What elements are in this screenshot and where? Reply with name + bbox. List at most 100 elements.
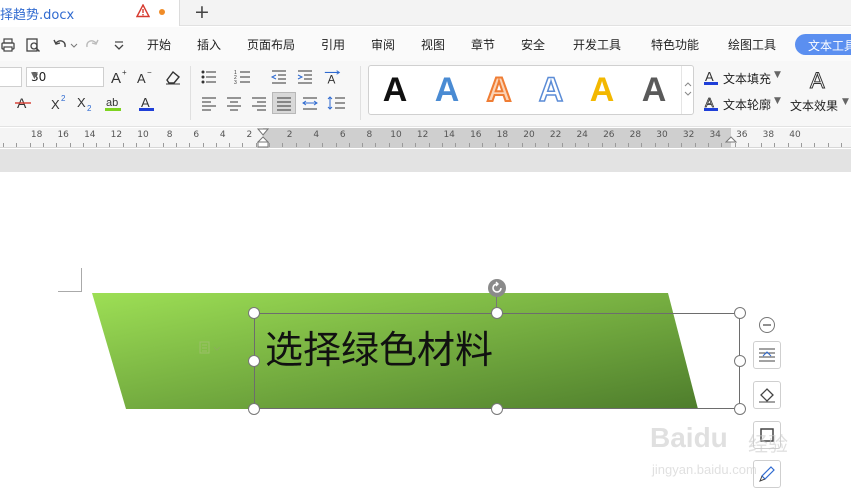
document-tab[interactable]: 择趋势.docx [0,0,180,26]
text-effect-label[interactable]: 文本效果 [790,97,838,114]
menu-view[interactable]: 视图 [421,36,445,53]
gallery-scroll[interactable] [681,66,693,114]
ruler-number: 14 [443,130,455,140]
new-tab-button[interactable]: + [194,1,210,23]
chevron-down-icon[interactable]: ▼ [842,97,849,107]
ruler-tick [388,143,390,147]
paint-bucket-icon [759,388,775,403]
ruler-tick [694,143,696,147]
ruler-tick [82,143,84,147]
increase-font-icon[interactable]: A + [110,68,130,86]
font-family-dropdown[interactable] [0,67,22,87]
layout-options-icon[interactable] [199,341,221,355]
resize-handle-middle-left[interactable] [248,355,260,367]
text-fill-label[interactable]: 文本填充 [723,70,771,87]
customize-toolbar-icon[interactable] [111,37,127,53]
text-style-blue-outline[interactable]: A [531,70,571,110]
resize-handle-top-left[interactable] [248,307,260,319]
svg-text:ab: ab [106,97,118,109]
align-right-icon[interactable] [249,94,269,112]
decrease-font-icon[interactable]: A − [136,68,156,86]
chevron-down-icon[interactable]: ▼ [774,70,781,80]
workspace-band [0,149,851,172]
text-style-black[interactable]: A [375,70,415,110]
svg-text:A: A [705,69,714,84]
align-center-icon[interactable] [224,94,244,112]
menu-drawing-tools[interactable]: 绘图工具 [728,36,776,53]
ruler-number: 30 [656,130,668,140]
text-wrap-button[interactable] [753,341,781,369]
text-style-orange-outline[interactable]: A [479,70,519,110]
undo-dropdown-icon[interactable] [70,37,78,53]
menu-references[interactable]: 引用 [321,36,345,53]
ruler-tick [561,143,563,147]
ruler-tick [455,143,457,147]
align-left-icon[interactable] [199,94,219,112]
svg-text:A: A [328,72,336,86]
menu-text-tools[interactable]: 文本工具 [795,34,851,55]
text-style-gold[interactable]: A [582,70,622,110]
textbox-content[interactable]: 选择绿色材料 [265,326,493,374]
numbered-list-icon[interactable]: 123 [233,68,253,86]
strikethrough-icon[interactable]: A [14,94,34,112]
increase-indent-icon[interactable] [295,68,315,86]
resize-handle-top-center[interactable] [491,307,503,319]
indent-marker-icon[interactable] [257,128,269,148]
resize-handle-bottom-center[interactable] [491,403,503,415]
ruler-number: 38 [762,130,775,140]
text-style-gray[interactable]: A [634,70,674,110]
menu-page-layout[interactable]: 页面布局 [247,36,295,53]
distributed-align-icon[interactable] [300,94,320,112]
redo-icon[interactable] [84,37,100,53]
shape-fill-button[interactable] [753,381,781,409]
clear-format-icon[interactable] [163,68,183,86]
highlight-icon[interactable]: ab [104,94,124,112]
ruler-tick [229,143,231,147]
font-size-dropdown[interactable]: 30 ▼ [26,67,104,87]
print-preview-icon[interactable] [25,37,41,53]
text-outline-label[interactable]: 文本轮廓 [723,96,771,113]
font-color-icon[interactable]: A [138,94,158,112]
svg-text:A: A [111,70,121,86]
svg-text:X: X [77,95,86,110]
ruler-tick [827,143,829,147]
ruler-tick [548,143,550,147]
decrease-indent-icon[interactable] [269,68,289,86]
ruler-tick [242,143,244,147]
ruler-number: 18 [30,130,43,140]
ruler-tick [136,143,137,147]
text-direction-icon[interactable]: A [323,68,343,86]
ruler-number: 2 [286,130,293,140]
bullet-list-icon[interactable] [199,68,219,86]
text-fill-icon[interactable]: A [701,68,721,86]
ruler-tick [801,143,802,147]
ruler-tick [202,143,204,147]
menu-insert[interactable]: 插入 [197,36,221,53]
ruler-tick [681,143,683,147]
print-icon[interactable] [0,37,16,53]
text-outline-icon[interactable]: A [701,94,721,112]
menu-developer[interactable]: 开发工具 [573,36,621,53]
superscript-icon[interactable]: X2 [50,94,70,112]
collapse-toolbar-icon[interactable] [759,317,775,333]
ribbon-separator [190,66,191,120]
text-style-blue[interactable]: A [427,70,467,110]
align-justify-icon[interactable] [272,92,296,114]
subscript-icon[interactable]: X2 [76,94,96,112]
right-indent-marker-icon[interactable] [725,128,737,148]
menu-section[interactable]: 章节 [471,36,495,53]
rotate-handle-icon[interactable] [488,279,506,297]
resize-handle-bottom-right[interactable] [734,403,746,415]
undo-icon[interactable] [52,37,68,53]
resize-handle-middle-right[interactable] [734,355,746,367]
chevron-down-icon[interactable]: ▼ [774,96,781,106]
menu-review[interactable]: 审阅 [371,36,395,53]
menu-security[interactable]: 安全 [521,36,545,53]
ruler-number: 26 [603,130,615,140]
menu-special-features[interactable]: 特色功能 [651,36,699,53]
line-spacing-icon[interactable] [327,94,347,112]
resize-handle-bottom-left[interactable] [248,403,260,415]
resize-handle-top-right[interactable] [734,307,746,319]
text-effect-icon[interactable]: A [805,68,831,92]
menu-home[interactable]: 开始 [147,36,171,53]
